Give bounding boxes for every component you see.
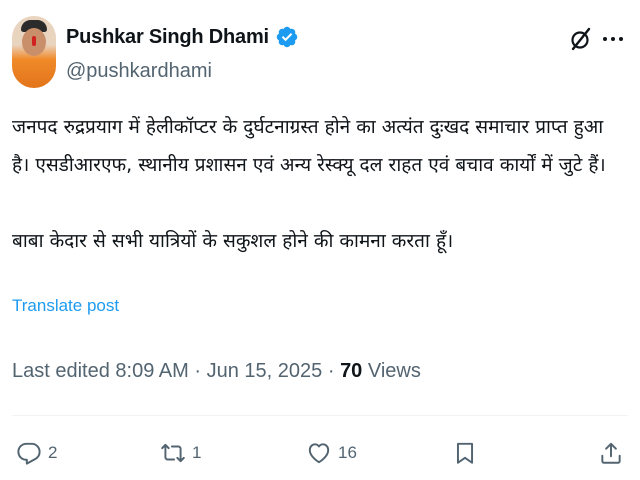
bookmark-icon	[456, 442, 474, 464]
post: Pushkar Singh Dhami @pushkardhami जनपद र…	[0, 0, 640, 480]
reply-count: 2	[48, 443, 58, 462]
bookmark-button[interactable]	[452, 440, 478, 466]
reply-button[interactable]: 2	[16, 440, 57, 466]
like-icon	[308, 443, 330, 464]
action-bar: 2 1 16	[12, 440, 628, 480]
edited-label[interactable]: Last edited	[12, 360, 110, 382]
views-label[interactable]: Views	[368, 360, 421, 382]
avatar[interactable]	[12, 16, 56, 88]
views-count[interactable]: 70	[340, 360, 362, 382]
grok-icon[interactable]	[568, 26, 594, 52]
translate-post-link[interactable]: Translate post	[12, 296, 119, 316]
share-icon	[601, 442, 621, 464]
post-text-line-3: बाबा केदार से सभी यात्रियों के सकुशल होन…	[12, 230, 454, 252]
post-text: जनपद रुद्रप्रयाग में हेलीकॉप्टर के दुर्घ…	[12, 108, 628, 260]
share-button[interactable]	[598, 440, 624, 466]
reply-icon	[17, 442, 41, 465]
post-header: Pushkar Singh Dhami @pushkardhami	[12, 16, 628, 92]
avatar-tilak	[32, 36, 36, 46]
name-row: Pushkar Singh Dhami	[66, 22, 299, 52]
like-count: 16	[338, 443, 357, 462]
handle[interactable]: @pushkardhami	[66, 60, 212, 83]
meta-separator: ·	[194, 360, 202, 382]
repost-icon	[161, 443, 185, 463]
post-time[interactable]: 8:09 AM	[115, 360, 188, 382]
post-meta: Last edited 8:09 AM · Jun 15, 2025 · 70 …	[12, 360, 421, 383]
like-button[interactable]: 16	[306, 440, 357, 466]
divider	[12, 415, 628, 416]
repost-count: 1	[192, 443, 202, 462]
meta-separator-2: ·	[327, 360, 335, 382]
post-date[interactable]: Jun 15, 2025	[207, 360, 323, 382]
post-text-line-1: जनपद रुद्रप्रयाग में हेलीकॉप्टर के दुर्घ…	[12, 116, 604, 138]
repost-button[interactable]: 1	[160, 440, 201, 466]
post-text-line-2: है। एसडीआरएफ, स्थानीय प्रशासन एवं अन्य र…	[12, 154, 606, 176]
verified-badge-icon[interactable]	[275, 25, 299, 49]
more-icon[interactable]	[600, 26, 626, 52]
display-name[interactable]: Pushkar Singh Dhami	[66, 26, 269, 49]
